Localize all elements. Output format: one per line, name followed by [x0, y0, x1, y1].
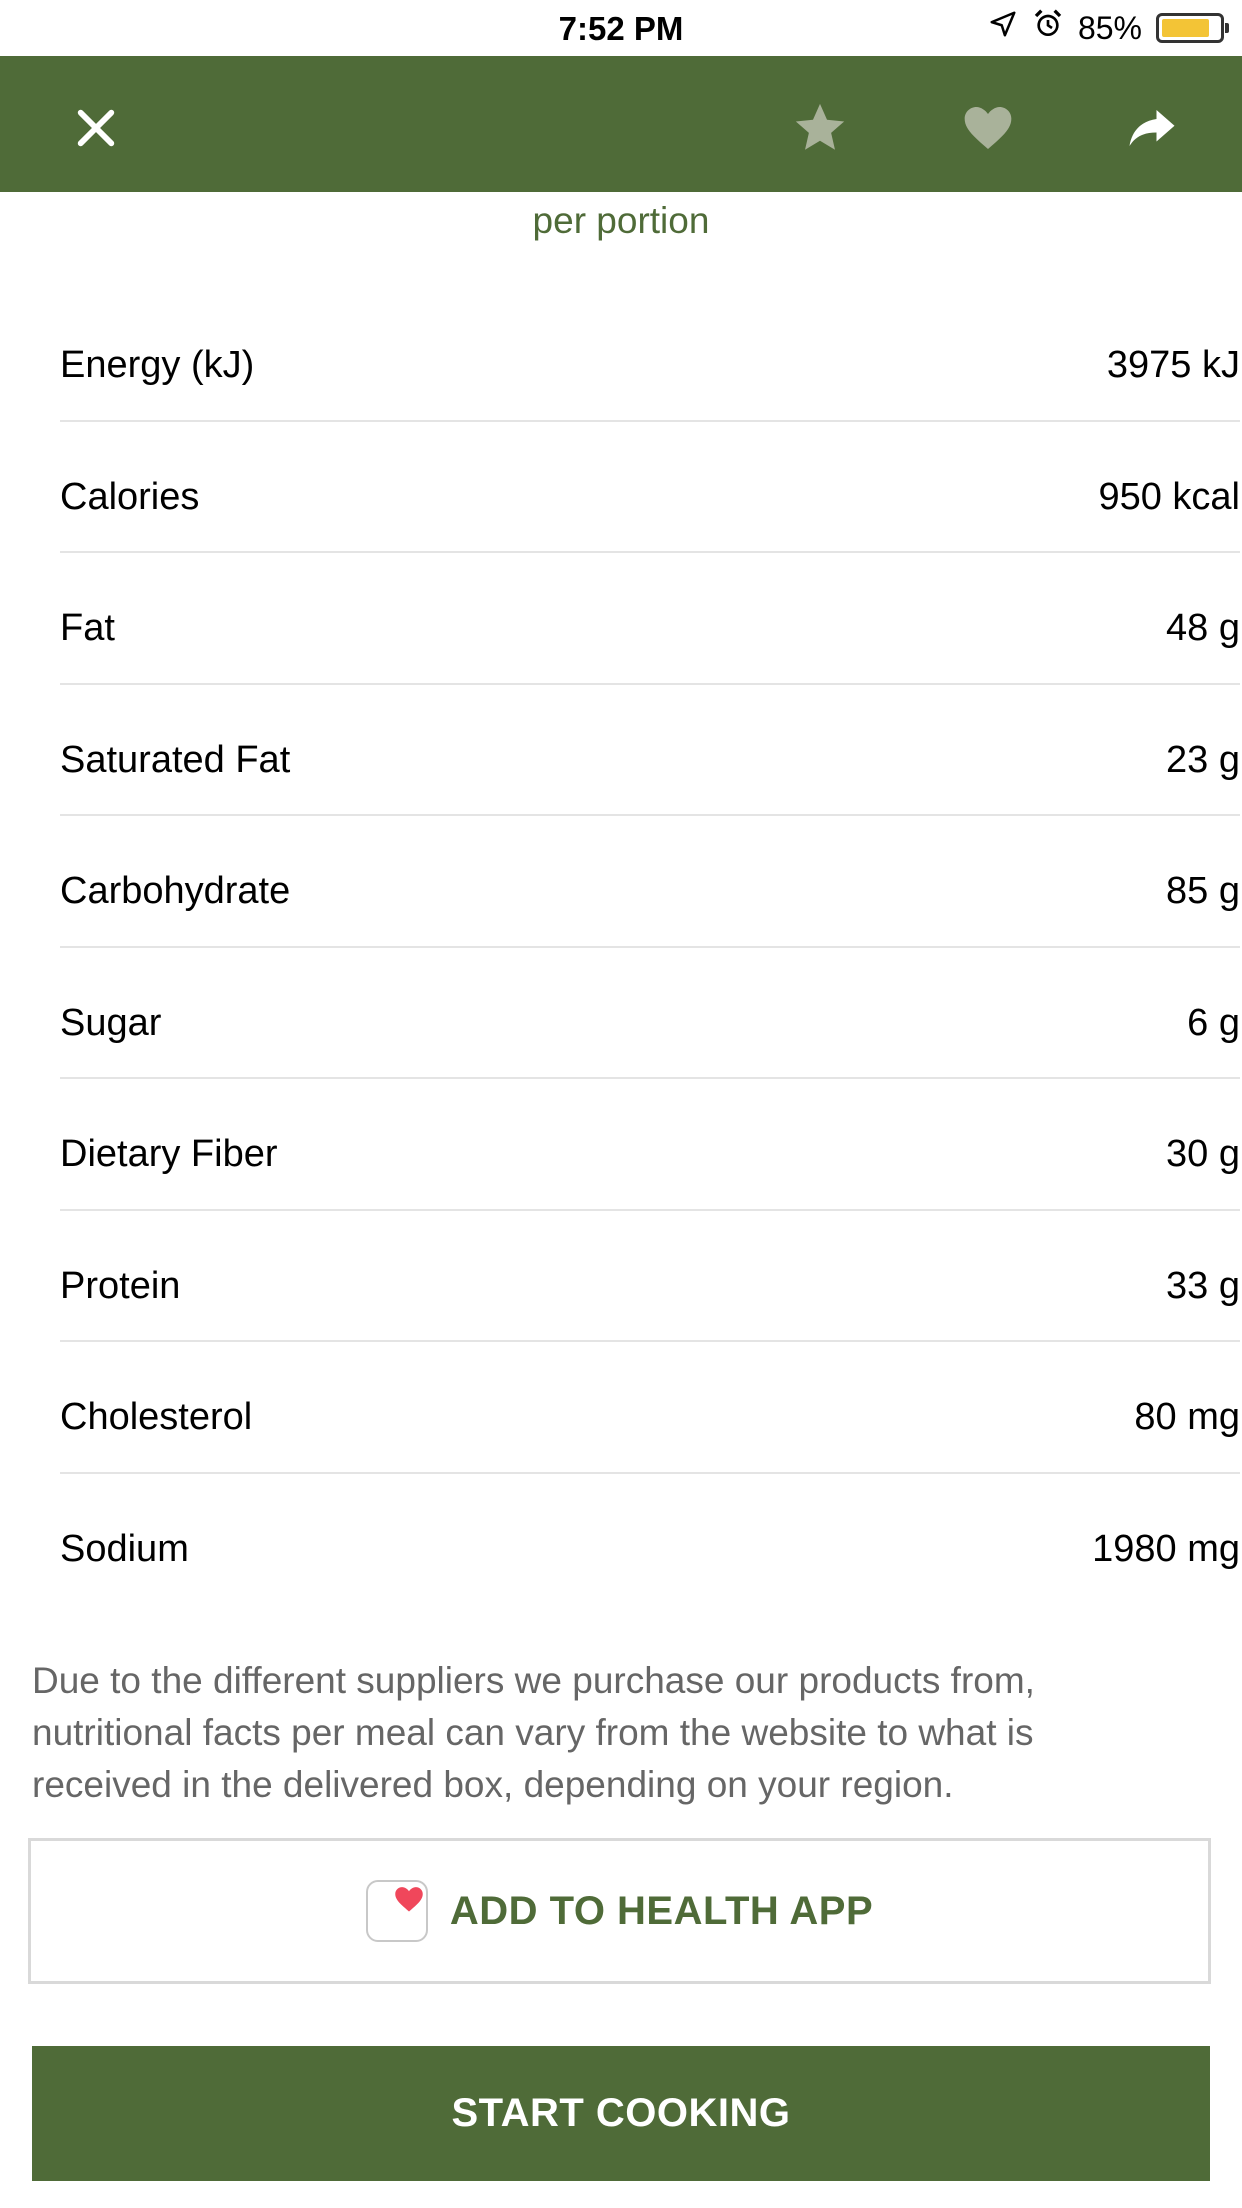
- nutrition-row: Fat 48 g: [60, 553, 1240, 685]
- heart-icon[interactable]: [958, 98, 1018, 158]
- per-portion-label: per portion: [532, 200, 710, 241]
- nutrient-name: Cholesterol: [60, 1396, 253, 1438]
- start-cooking-button[interactable]: START COOKING: [32, 2046, 1210, 2181]
- nutrient-value: 3975 kJ: [1106, 344, 1240, 386]
- nutrient-value: 48 g: [1166, 607, 1240, 649]
- nutrient-value: 1980 mg: [1092, 1527, 1240, 1570]
- nutrition-row: Protein 33 g: [60, 1211, 1240, 1342]
- alarm-clock-icon: [1032, 8, 1064, 48]
- nutrition-table: Energy (kJ) 3975 kJ Calories 950 kcal Fat 4…: [60, 290, 1240, 1605]
- battery-percent: 85%: [1077, 9, 1142, 46]
- share-icon[interactable]: [1122, 98, 1182, 158]
- health-app-icon: [365, 1880, 428, 1942]
- star-icon[interactable]: [790, 98, 850, 158]
- nutrient-name: Sodium: [60, 1527, 189, 1570]
- battery-icon: [1156, 13, 1229, 43]
- nutrition-row: Carbohydrate 85 g: [60, 816, 1240, 948]
- nutrient-value: 85 g: [1166, 870, 1240, 912]
- nutrition-row: Cholesterol 80 mg: [60, 1342, 1240, 1474]
- nutrition-disclaimer: Due to the different suppliers we purcha…: [32, 1660, 1035, 1805]
- nutrition-row: Sugar 6 g: [60, 948, 1240, 1079]
- nutrient-name: Energy (kJ): [60, 344, 255, 386]
- nutrient-name: Dietary Fiber: [60, 1133, 278, 1175]
- nutrition-row: Sodium 1980 mg: [60, 1474, 1240, 1606]
- location-arrow-icon: [988, 9, 1018, 47]
- nutrition-row: Calories 950 kcal: [60, 422, 1240, 553]
- nutrient-value: 950 kcal: [1098, 475, 1240, 518]
- add-to-health-app-button[interactable]: ADD TO HEALTH APP: [28, 1838, 1211, 1984]
- nutrient-value: 30 g: [1166, 1133, 1240, 1175]
- nutrition-row: Saturated Fat 23 g: [60, 685, 1240, 816]
- nutrient-name: Fat: [60, 607, 115, 649]
- nutrient-name: Calories: [60, 475, 200, 518]
- status-bar: 7:52 PM 85%: [0, 0, 1242, 56]
- nutrient-name: Saturated Fat: [60, 738, 291, 781]
- close-icon[interactable]: [66, 98, 126, 158]
- nutrient-value: 23 g: [1166, 738, 1240, 781]
- nutrition-row: Energy (kJ) 3975 kJ: [60, 290, 1240, 422]
- nutrition-row: Dietary Fiber 30 g: [60, 1079, 1240, 1211]
- status-right-group: 85%: [988, 8, 1229, 48]
- add-to-health-app-label: ADD TO HEALTH APP: [449, 1888, 874, 1933]
- nutrient-name: Protein: [60, 1264, 181, 1307]
- start-cooking-label: START COOKING: [451, 2091, 791, 2135]
- nutrient-value: 6 g: [1187, 1001, 1240, 1044]
- nutrient-value: 33 g: [1166, 1264, 1240, 1307]
- battery-fill: [1162, 19, 1209, 37]
- nutrient-name: Carbohydrate: [60, 870, 291, 912]
- nutrient-value: 80 mg: [1134, 1396, 1240, 1438]
- recipe-header: [0, 56, 1242, 192]
- nutrient-name: Sugar: [60, 1001, 162, 1044]
